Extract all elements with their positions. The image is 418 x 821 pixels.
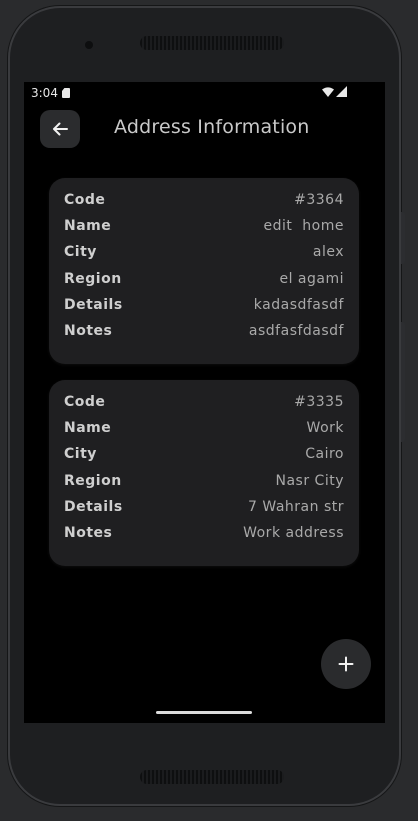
field-label: Notes — [64, 524, 113, 541]
address-row-name: Name edit home — [49, 214, 359, 240]
field-label: Code — [64, 394, 106, 410]
field-value: Cairo — [305, 446, 344, 463]
home-indicator[interactable] — [156, 711, 252, 714]
address-row-notes: Notes asdfasfdasdf — [49, 319, 359, 345]
status-time: 3:04 — [31, 86, 58, 100]
address-row-region: Region el agami — [49, 267, 359, 293]
add-address-button[interactable] — [321, 639, 371, 689]
field-value: Nasr City — [275, 472, 344, 489]
field-value: #3364 — [294, 192, 344, 208]
status-bar: 3:04 — [24, 82, 385, 104]
field-label: Name — [64, 420, 112, 437]
power-button — [401, 322, 405, 442]
address-row-city: City Cairo — [49, 442, 359, 468]
sd-card-icon — [62, 88, 70, 98]
volume-button — [401, 212, 405, 264]
field-value: alex — [312, 244, 344, 261]
address-row-code: Code #3335 — [49, 390, 359, 416]
wifi-icon — [322, 87, 334, 97]
cell-signal-icon — [336, 86, 347, 97]
address-card[interactable]: Code #3335 Name Work City Cairo Region N… — [49, 380, 359, 566]
address-card[interactable]: Code #3364 Name edit home City alex Regi… — [49, 178, 359, 364]
field-label: Name — [64, 218, 112, 235]
field-label: City — [64, 244, 97, 261]
field-label: Details — [64, 296, 123, 313]
field-value: asdfasfdasdf — [248, 322, 344, 339]
plus-icon — [338, 656, 354, 672]
page-title: Address Information — [114, 116, 310, 138]
address-row-code: Code #3364 — [49, 188, 359, 214]
field-value: Work — [306, 420, 344, 437]
address-row-city: City alex — [49, 240, 359, 266]
top-speaker-grille — [140, 36, 284, 50]
field-label: Region — [64, 472, 122, 489]
address-row-name: Name Work — [49, 416, 359, 442]
field-value: Work address — [243, 524, 344, 541]
field-label: City — [64, 446, 97, 463]
field-value: edit home — [263, 218, 344, 235]
field-value: kadasdfasdf — [253, 296, 344, 313]
address-row-details: Details kadasdfasdf — [49, 293, 359, 319]
field-label: Notes — [64, 322, 113, 339]
front-camera — [85, 41, 93, 49]
address-row-region: Region Nasr City — [49, 469, 359, 495]
bottom-speaker-grille — [140, 770, 284, 784]
field-label: Region — [64, 270, 122, 287]
screen: 3:04 Address Information Code #3364 Name… — [24, 82, 385, 723]
field-value: el agami — [279, 270, 344, 287]
field-value: #3335 — [294, 394, 344, 410]
field-label: Details — [64, 498, 123, 515]
arrow-left-icon — [53, 122, 68, 136]
address-row-details: Details 7 Wahran str — [49, 495, 359, 521]
app-bar: Address Information — [24, 106, 385, 150]
field-label: Code — [64, 192, 106, 208]
back-button[interactable] — [40, 110, 80, 148]
address-row-notes: Notes Work address — [49, 521, 359, 547]
field-value: 7 Wahran str — [248, 498, 344, 515]
